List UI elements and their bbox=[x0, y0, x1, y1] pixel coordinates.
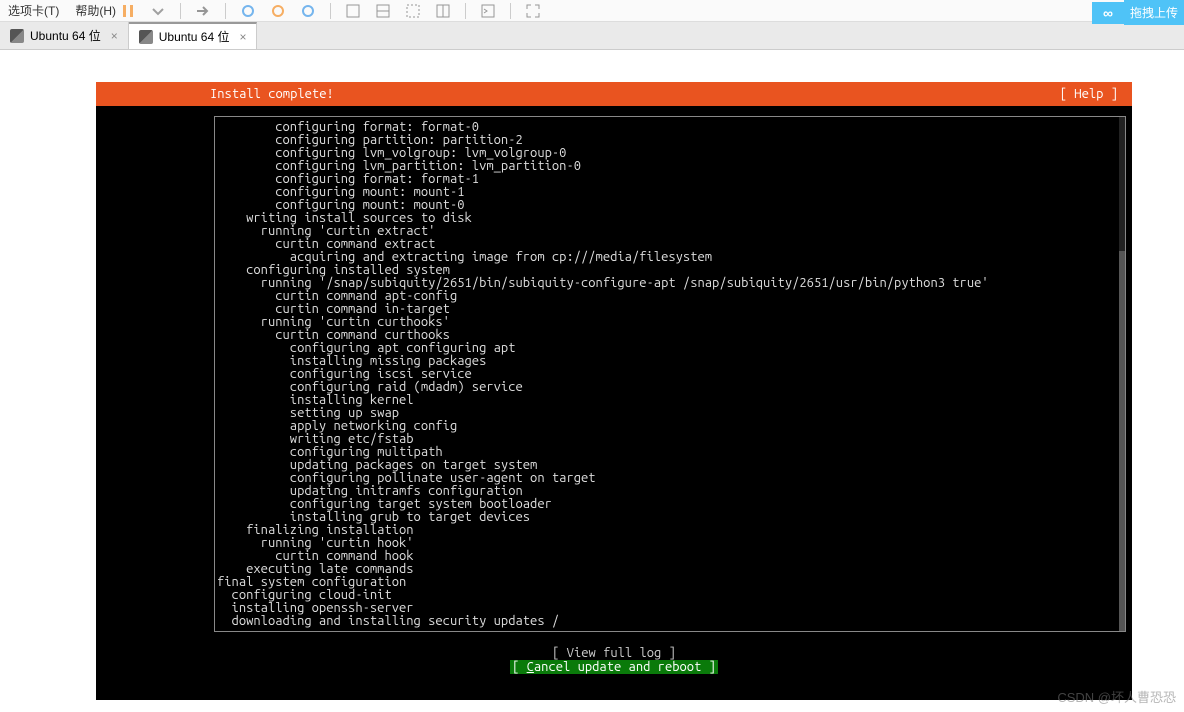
separator bbox=[330, 3, 331, 19]
pause-icon[interactable] bbox=[120, 3, 136, 19]
vm-icon bbox=[139, 30, 153, 44]
tab-bar: Ubuntu 64 位 × Ubuntu 64 位 × bbox=[0, 22, 1184, 50]
scrollbar-thumb[interactable] bbox=[1119, 251, 1125, 631]
fullscreen-icon[interactable] bbox=[525, 3, 541, 19]
tab-label: Ubuntu 64 位 bbox=[159, 28, 230, 45]
upload-badge[interactable]: ∞ 拖拽上传 bbox=[1092, 0, 1184, 25]
console-icon[interactable] bbox=[480, 3, 496, 19]
vm-icon bbox=[10, 29, 24, 43]
tab-ubuntu-1[interactable]: Ubuntu 64 位 × bbox=[0, 22, 129, 49]
snapshot-revert-icon[interactable] bbox=[270, 3, 286, 19]
separator bbox=[510, 3, 511, 19]
menu-help[interactable]: 帮助(H) bbox=[67, 0, 124, 21]
view-log-button[interactable]: [ View full log ] bbox=[552, 646, 676, 660]
layout4-icon[interactable] bbox=[435, 3, 451, 19]
upload-label: 拖拽上传 bbox=[1124, 0, 1184, 25]
watermark: CSDN @坏人曹恐恐 bbox=[1057, 687, 1176, 706]
snapshot-manage-icon[interactable] bbox=[300, 3, 316, 19]
help-button[interactable]: [ Help ] bbox=[1060, 87, 1118, 101]
send-icon[interactable] bbox=[195, 3, 211, 19]
vm-display: Install complete! [ Help ] configuring f… bbox=[0, 56, 1184, 712]
terminal-header: Install complete! [ Help ] bbox=[96, 82, 1132, 106]
separator bbox=[225, 3, 226, 19]
snapshot-icon[interactable] bbox=[240, 3, 256, 19]
infinity-icon: ∞ bbox=[1092, 2, 1124, 24]
layout3-icon[interactable] bbox=[405, 3, 421, 19]
scrollbar[interactable] bbox=[1119, 117, 1125, 631]
toolbar bbox=[120, 0, 541, 22]
layout1-icon[interactable] bbox=[345, 3, 361, 19]
menu-tabs[interactable]: 选项卡(T) bbox=[0, 0, 67, 21]
install-title: Install complete! bbox=[110, 87, 334, 101]
tab-ubuntu-2[interactable]: Ubuntu 64 位 × bbox=[129, 22, 258, 49]
separator bbox=[180, 3, 181, 19]
separator bbox=[465, 3, 466, 19]
tab-label: Ubuntu 64 位 bbox=[30, 27, 101, 44]
close-icon[interactable]: × bbox=[111, 29, 118, 43]
installer-terminal: Install complete! [ Help ] configuring f… bbox=[96, 82, 1132, 700]
terminal-actions: [ View full log ] [ Cancel update and re… bbox=[96, 646, 1132, 674]
layout2-icon[interactable] bbox=[375, 3, 391, 19]
terminal-body: configuring format: format-0 configuring… bbox=[214, 116, 1126, 632]
chevron-down-icon[interactable] bbox=[150, 3, 166, 19]
cancel-reboot-button[interactable]: [ Cancel update and reboot ] bbox=[510, 660, 718, 674]
close-icon[interactable]: × bbox=[239, 30, 246, 44]
install-log: configuring format: format-0 configuring… bbox=[217, 121, 1123, 628]
